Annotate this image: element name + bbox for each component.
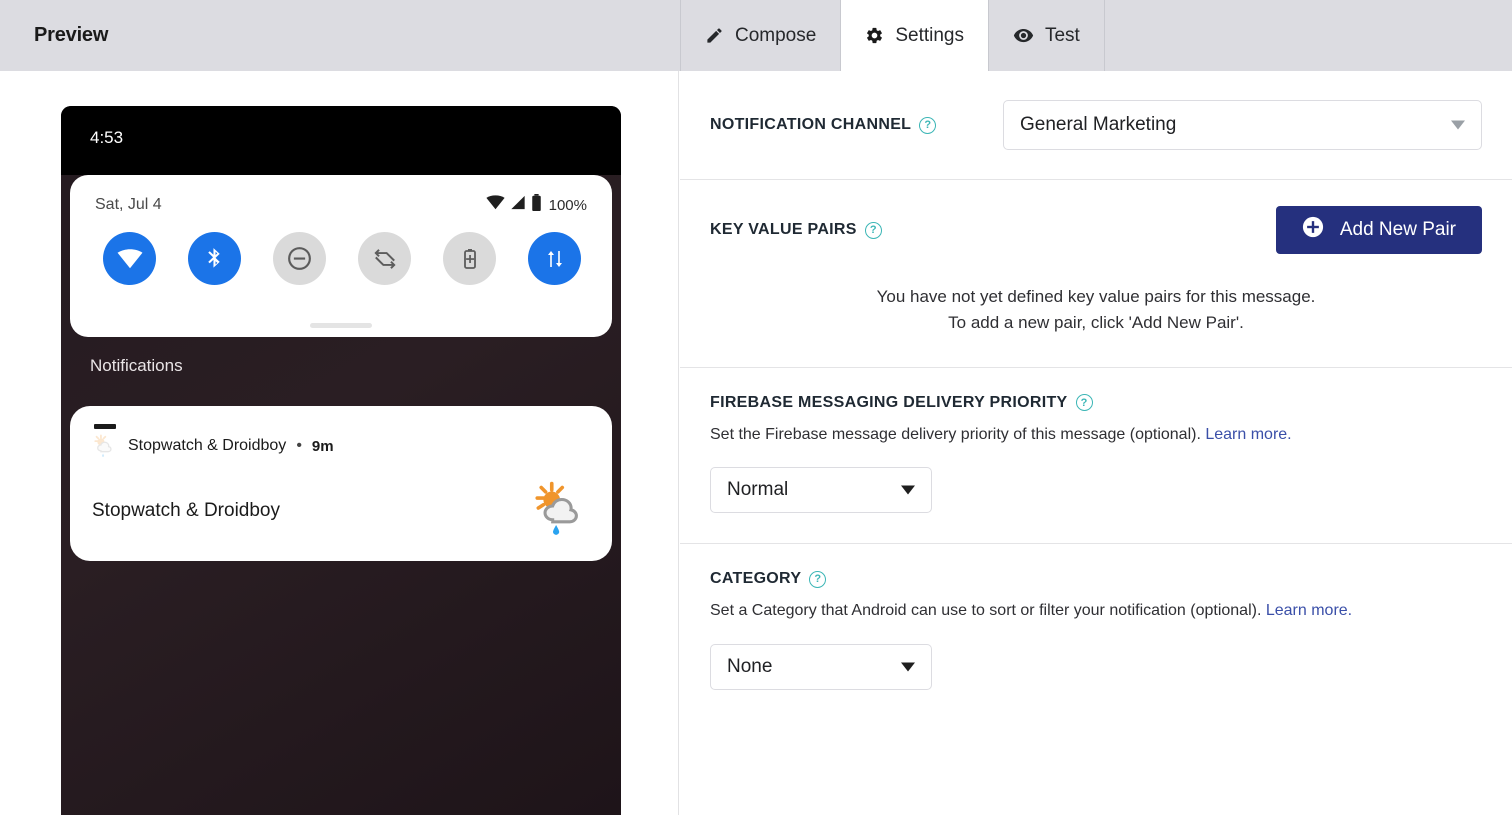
tab-settings[interactable]: Settings [841,0,989,71]
quick-settings-date: Sat, Jul 4 [95,196,162,213]
gear-icon [865,26,884,45]
notification-body: Stopwatch & Droidboy [70,459,612,542]
category-learn-more-link[interactable]: Learn more. [1266,602,1352,619]
notification-app-weather-icon [92,424,118,459]
app-root: Preview Compose Settings Test 4:53 Sat, … [0,0,1512,815]
auto-rotate-toggle[interactable] [358,232,411,285]
delivery-priority-description-row: Set the Firebase message delivery priori… [710,424,1482,446]
category-label-row: CATEGORY ? [710,570,1482,588]
key-value-pairs-empty-line-1: You have not yet defined key value pairs… [876,287,1316,306]
weather-sun-cloud-rain-icon [530,479,588,542]
notification-card[interactable]: Stopwatch & Droidboy • 9m Stopwatch & Dr… [70,406,612,561]
key-value-pairs-empty-line-2: To add a new pair, click 'Add New Pair'. [948,313,1244,333]
delivery-priority-select[interactable]: Normal [710,467,932,514]
eye-icon [1013,25,1034,46]
chevron-down-icon [901,485,915,495]
phone-mockup: 4:53 Sat, Jul 4 100% Notifications Stopw… [61,106,621,815]
help-icon[interactable]: ? [919,116,937,134]
battery-icon [531,194,542,216]
top-bar: Preview Compose Settings Test [0,0,1512,71]
battery-saver-toggle[interactable] [443,232,496,285]
tab-compose[interactable]: Compose [680,0,842,71]
delivery-priority-label-row: FIREBASE MESSAGING DELIVERY PRIORITY ? [710,394,1482,412]
quick-settings-panel: Sat, Jul 4 100% [70,175,612,337]
delivery-priority-description: Set the Firebase message delivery priori… [710,425,1206,443]
notifications-section-label: Notifications [90,356,183,375]
notification-app-name: Stopwatch & Droidboy [128,437,287,454]
battery-percentage: 100% [548,196,587,214]
add-new-pair-label: Add New Pair [1339,219,1456,240]
plus-circle-icon [1302,216,1324,244]
wifi-icon [486,195,505,215]
preview-pane: 4:53 Sat, Jul 4 100% Notifications Stopw… [0,71,679,815]
key-value-pairs-empty-state: You have not yet defined key value pairs… [710,284,1482,337]
phone-status-bar: 4:53 [61,106,621,175]
chevron-down-icon [901,662,915,672]
section-category: CATEGORY ? Set a Category that Android c… [680,544,1512,720]
key-value-pairs-header: KEY VALUE PAIRS ? Add New Pair [710,206,1482,254]
category-description: Set a Category that Android can use to s… [710,602,1266,620]
delivery-priority-label: FIREBASE MESSAGING DELIVERY PRIORITY [710,393,1068,411]
section-delivery-priority: FIREBASE MESSAGING DELIVERY PRIORITY ? S… [680,368,1512,545]
notification-header: Stopwatch & Droidboy • 9m [70,406,612,459]
tab-test-label: Test [1044,24,1080,46]
delivery-priority-value: Normal [727,479,789,501]
mobile-data-toggle[interactable] [528,232,581,285]
section-notification-channel: NOTIFICATION CHANNEL ? General Marketing [680,71,1512,180]
delivery-priority-learn-more-link[interactable]: Learn more. [1205,426,1291,443]
status-bar-time: 4:53 [90,128,124,147]
quick-settings-drag-handle[interactable] [310,323,372,328]
settings-pane: NOTIFICATION CHANNEL ? General Marketing… [680,71,1512,815]
cellular-signal-icon [510,195,526,215]
add-new-pair-button[interactable]: Add New Pair [1275,206,1482,254]
tab-test[interactable]: Test [988,0,1105,71]
category-label: CATEGORY [710,570,802,588]
notification-app-bar [94,424,116,429]
bluetooth-toggle[interactable] [188,232,241,285]
pencil-icon [705,26,724,45]
tab-bar: Compose Settings Test [680,0,1105,71]
quick-settings-toggles [70,216,612,285]
page-title: Preview [34,24,109,46]
key-value-pairs-label-row: KEY VALUE PAIRS ? [710,221,882,239]
notification-time: 9m [311,437,334,455]
key-value-pairs-label: KEY VALUE PAIRS [710,221,857,238]
notification-channel-select[interactable]: General Marketing [1003,100,1482,150]
notification-channel-value: General Marketing [1020,114,1177,135]
help-icon[interactable]: ? [809,570,827,588]
tab-compose-label: Compose [735,24,817,46]
notification-channel-label-row: NOTIFICATION CHANNEL ? [710,116,1003,134]
status-icons-group: 100% [486,194,587,216]
help-icon[interactable]: ? [1075,394,1093,412]
notification-separator: • [296,437,302,454]
do-not-disturb-toggle[interactable] [273,232,326,285]
section-key-value-pairs: KEY VALUE PAIRS ? Add New Pair You have … [680,180,1512,368]
tab-settings-label: Settings [895,24,964,46]
quick-settings-header: Sat, Jul 4 100% [70,175,612,216]
help-icon[interactable]: ? [864,221,882,239]
chevron-down-icon [1451,120,1465,130]
category-select[interactable]: None [710,643,932,690]
category-value: None [727,655,773,677]
notification-channel-label: NOTIFICATION CHANNEL [710,116,912,133]
notification-title: Stopwatch & Droidboy [92,499,280,521]
wifi-toggle[interactable] [103,232,156,285]
category-description-row: Set a Category that Android can use to s… [710,600,1482,622]
